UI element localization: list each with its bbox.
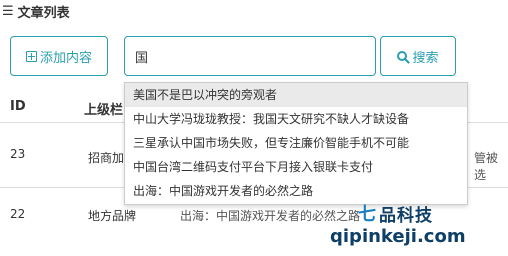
row-id: 23	[10, 147, 26, 161]
column-header-id: ID	[10, 99, 26, 114]
watermark-url: qipinkeji.com	[330, 226, 466, 247]
watermark-logo: 七 品科技	[358, 200, 433, 226]
watermark-logo-mark: 七	[358, 204, 377, 225]
search-input-value: 国	[135, 50, 149, 66]
autocomplete-dropdown: 美国不是巴以冲突的旁观者 中山大学冯珑珑教授：我国天文研究不缺人才缺设备 三星承…	[124, 82, 468, 205]
add-content-button[interactable]: 添加内容	[10, 36, 108, 76]
menu-icon: ☰	[2, 3, 14, 19]
suggestion-item[interactable]: 中山大学冯珑珑教授：我国天文研究不缺人才缺设备	[125, 107, 467, 131]
suggestion-item[interactable]: 美国不是巴以冲突的旁观者	[125, 83, 467, 107]
suggestion-item[interactable]: 三星承认中国市场失败，但专注廉价智能手机不可能	[125, 131, 467, 155]
row-category: 招商加	[88, 151, 125, 165]
panel-title-text: 文章列表	[17, 5, 70, 21]
search-input[interactable]: 国	[124, 36, 376, 76]
panel-title: ☰ 文章列表	[2, 2, 70, 21]
row-category: 地方品牌	[88, 209, 137, 223]
plus-box-icon	[25, 50, 37, 62]
row-id: 22	[10, 207, 26, 221]
column-header-parent: 上级栏	[84, 103, 124, 118]
add-content-label: 添加内容	[39, 50, 92, 66]
row-title: 出海：中国游戏开发者的必然之路	[180, 209, 361, 223]
row-extra: 管被选	[474, 151, 499, 182]
search-button[interactable]: 搜索	[380, 36, 456, 76]
search-button-label: 搜索	[412, 50, 439, 66]
watermark-text: 品科技	[379, 205, 433, 226]
search-icon	[397, 51, 408, 61]
suggestion-item[interactable]: 中国台湾二维码支付平台下月接入银联卡支付	[125, 155, 467, 179]
